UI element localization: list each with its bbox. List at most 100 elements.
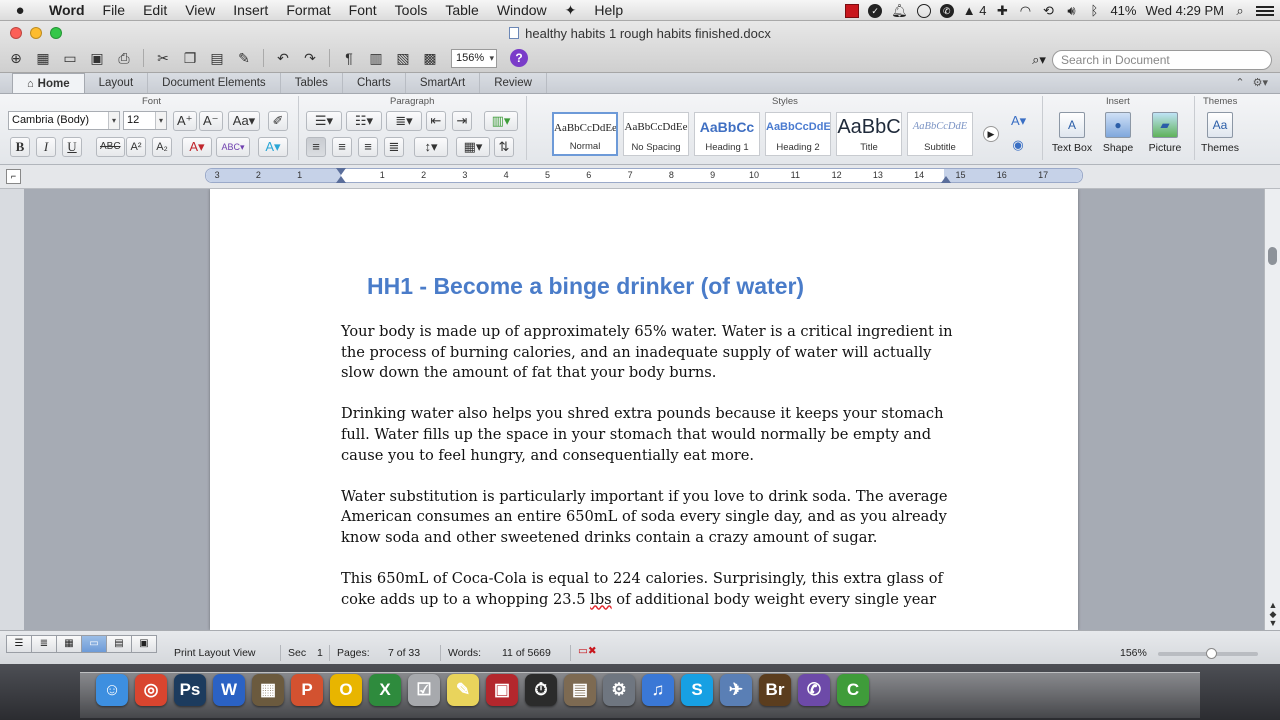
outline-view-icon[interactable]: ≣ xyxy=(31,635,57,653)
justify-button[interactable]: ≣ xyxy=(384,137,404,157)
collapse-ribbon-icon[interactable]: ⌃ xyxy=(1235,76,1244,89)
right-indent-marker[interactable] xyxy=(941,176,951,183)
bluetooth-icon[interactable]: ᛒ xyxy=(1087,3,1101,18)
page-nav-arrows[interactable]: ▲ ◆ ▼ xyxy=(1266,601,1280,628)
plus-medical-icon[interactable]: ✚ xyxy=(995,3,1009,19)
style-heading-1[interactable]: AaBbCc Heading 1 xyxy=(694,112,760,156)
script-menu-icon[interactable]: ✦ xyxy=(556,0,586,21)
first-line-indent-marker[interactable] xyxy=(336,168,346,175)
print-layout-view-icon[interactable]: ▭ xyxy=(81,635,107,653)
scrollbar-thumb[interactable] xyxy=(1268,247,1277,265)
bullets-button[interactable]: ☰▾ xyxy=(306,111,342,131)
zoom-slider[interactable] xyxy=(1158,648,1258,659)
styles-pane-icon[interactable]: ◉ xyxy=(1008,136,1028,156)
strikethrough-button[interactable]: ABC xyxy=(96,137,125,157)
save-icon[interactable]: ▣ xyxy=(85,47,109,69)
redo-icon[interactable]: ↷ xyxy=(298,47,322,69)
pages-value[interactable]: 7 of 33 xyxy=(388,647,420,659)
photoshop-icon[interactable]: Ps xyxy=(174,674,206,706)
search-icon[interactable]: ⌕▾ xyxy=(1026,52,1052,68)
spotlight-icon[interactable]: ⌕ xyxy=(1233,3,1247,19)
spelling-status-icon[interactable]: ▭✖ xyxy=(578,645,597,657)
align-center-button[interactable]: ≡ xyxy=(332,137,352,157)
underline-button[interactable]: U xyxy=(62,137,82,157)
horizontal-ruler[interactable]: 3 2 1 1 2 3 4 5 6 7 8 9 10 11 12 13 14 15 16 17 xyxy=(205,168,1083,183)
toolbox-icon[interactable]: ▦ xyxy=(252,674,284,706)
excel-icon[interactable]: X xyxy=(369,674,401,706)
skype-icon[interactable]: S xyxy=(681,674,713,706)
style-subtitle[interactable]: AaBbCcDdE Subtitle xyxy=(907,112,973,156)
copy-icon[interactable]: ❐ xyxy=(178,47,202,69)
picture-button[interactable]: ▰ Picture xyxy=(1143,112,1187,154)
menu-help[interactable]: Help xyxy=(585,0,632,21)
apple-menu-icon[interactable]: ● xyxy=(0,2,40,19)
timer-icon[interactable]: ⏱ xyxy=(525,674,557,706)
manage-styles-icon[interactable]: A▾ xyxy=(1008,112,1029,132)
menu-font[interactable]: Font xyxy=(340,0,386,21)
tab-review[interactable]: Review xyxy=(480,73,547,93)
menu-app-word[interactable]: Word xyxy=(40,0,94,21)
tab-document-elements[interactable]: Document Elements xyxy=(148,73,281,93)
multilevel-list-button[interactable]: ≣▾ xyxy=(386,111,422,131)
zoom-select[interactable]: 156% xyxy=(451,48,497,68)
align-right-button[interactable]: ≡ xyxy=(358,137,378,157)
menu-table[interactable]: Table xyxy=(436,0,487,21)
wifi-icon[interactable]: ◠ xyxy=(1018,3,1032,19)
undo-icon[interactable]: ↶ xyxy=(271,47,295,69)
volume-icon[interactable]: 🔊︎ xyxy=(1064,3,1078,19)
menu-edit[interactable]: Edit xyxy=(134,0,176,21)
toolbox-icon[interactable]: ▧ xyxy=(391,47,415,69)
preview-icon[interactable]: ✈ xyxy=(720,674,752,706)
tab-layout[interactable]: Layout xyxy=(85,73,149,93)
style-normal[interactable]: AaBbCcDdEe Normal xyxy=(552,112,618,156)
format-painter-icon[interactable]: ✎ xyxy=(232,47,256,69)
media-browser-icon[interactable]: ▩ xyxy=(418,47,442,69)
subscript-button[interactable]: A₂ xyxy=(152,137,172,157)
time-machine-icon[interactable]: ⟲ xyxy=(1041,3,1055,19)
align-left-button[interactable]: ≡ xyxy=(306,137,326,157)
style-title[interactable]: AaBbC Title xyxy=(836,112,902,156)
powerpoint-icon[interactable]: P xyxy=(291,674,323,706)
notes-icon[interactable]: ✎ xyxy=(447,674,479,706)
styles-next-icon[interactable]: ▶ xyxy=(983,126,999,142)
notebook-view-icon[interactable]: ▤ xyxy=(106,635,132,653)
document-page[interactable]: HH1 - Become a binge drinker (of water) … xyxy=(210,189,1078,630)
superscript-button[interactable]: A² xyxy=(126,137,146,157)
show-formatting-icon[interactable]: ¶ xyxy=(337,47,361,69)
open-icon[interactable]: ▭ xyxy=(58,47,82,69)
publishing-view-icon[interactable]: ▦ xyxy=(56,635,82,653)
sync-icon[interactable] xyxy=(916,3,931,18)
menu-view[interactable]: View xyxy=(176,0,224,21)
bell-icon[interactable]: 🔔︎ xyxy=(891,3,908,19)
grow-font-button[interactable]: A⁺ xyxy=(173,111,197,131)
font-name-select[interactable]: Cambria (Body) ▾ xyxy=(8,111,120,130)
recording-icon[interactable] xyxy=(845,3,860,18)
borders-button[interactable]: ▦▾ xyxy=(456,137,490,157)
tab-smartart[interactable]: SmartArt xyxy=(406,73,481,93)
sidebar-icon[interactable]: ▥ xyxy=(364,47,388,69)
tab-charts[interactable]: Charts xyxy=(343,73,406,93)
checkmark-icon[interactable]: ✓ xyxy=(868,3,883,18)
menu-file[interactable]: File xyxy=(94,0,135,21)
menu-window[interactable]: Window xyxy=(488,0,556,21)
battery-status[interactable]: 41% xyxy=(1110,3,1136,18)
clear-formatting-button[interactable]: ✐ xyxy=(268,111,288,131)
help-icon[interactable]: ? xyxy=(510,49,528,67)
tab-home[interactable]: ⌂ Home xyxy=(12,73,85,93)
line-spacing-button[interactable]: ↕▾ xyxy=(414,137,448,157)
new-document-icon[interactable]: ⊕ xyxy=(4,47,28,69)
system-preferences-icon[interactable]: ⚙ xyxy=(603,674,635,706)
decrease-indent-button[interactable]: ⇤ xyxy=(426,111,446,131)
themes-button[interactable]: Aa Themes xyxy=(1198,112,1242,154)
full-screen-view-icon[interactable]: ▣ xyxy=(131,635,157,653)
show-hide-button[interactable]: ⇅ xyxy=(494,137,514,157)
paste-icon[interactable]: ▤ xyxy=(205,47,229,69)
font-size-select[interactable]: 12 ▾ xyxy=(123,111,167,130)
style-heading-2[interactable]: AaBbCcDdE Heading 2 xyxy=(765,112,831,156)
checklist-icon[interactable]: ☑ xyxy=(408,674,440,706)
columns-button[interactable]: ▥▾ xyxy=(484,111,518,131)
chrome-icon[interactable]: ◎ xyxy=(135,674,167,706)
ribbon-settings-icon[interactable]: ⚙▾ xyxy=(1253,76,1268,89)
itunes-icon[interactable]: ♫ xyxy=(642,674,674,706)
menu-tools[interactable]: Tools xyxy=(386,0,437,21)
